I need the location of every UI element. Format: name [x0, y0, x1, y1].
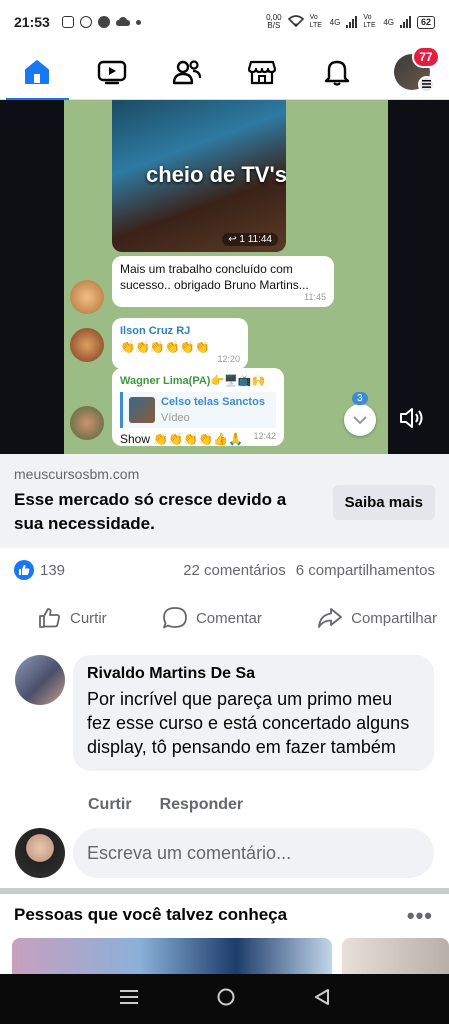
recents-button[interactable] — [119, 989, 138, 1010]
pymk-title: Pessoas que você talvez conheça — [14, 905, 288, 924]
shares-count[interactable]: 6 compartilhamentos — [296, 562, 435, 579]
ad-link-card[interactable]: meuscursosbm.com Esse mercado só cresce … — [0, 454, 449, 548]
chat-bubble-3: Wagner Lima(PA)👉🖥️📺🙌 Celso telas Sanctos… — [112, 368, 284, 446]
more-notifications-dot — [135, 19, 141, 25]
home-circle-icon — [217, 988, 234, 1005]
marketplace-icon — [247, 60, 276, 84]
signal-2-icon — [399, 16, 411, 28]
menu-icon — [417, 75, 435, 93]
comment-button[interactable]: Comentar — [162, 606, 262, 630]
battery-level: 62 — [420, 17, 431, 27]
chat-image-title: cheio de TV's — [146, 162, 286, 187]
tab-marketplace[interactable] — [224, 44, 299, 100]
chevron-down-icon — [353, 415, 367, 424]
tab-menu[interactable]: 77 — [374, 44, 449, 100]
more-options-icon[interactable]: ••• — [407, 903, 433, 929]
chat-avatar-3 — [70, 406, 104, 440]
bubble-2-name: Ilson Cruz RJ — [120, 325, 191, 337]
top-nav: 77 — [0, 44, 449, 101]
ad-video[interactable]: cheio de TV's ↩ 1 11:44 Mais um trabalho… — [0, 100, 449, 454]
post-actions: Curtir Comentar Compartilhar — [0, 596, 449, 640]
comment-reply-button[interactable]: Responder — [160, 796, 244, 814]
comment-actions: Curtir Responder — [88, 796, 243, 814]
tab-video[interactable] — [75, 44, 150, 100]
app-notification-icon — [97, 16, 110, 28]
reply-thumbnail — [129, 397, 155, 423]
comment-text: Por incrível que pareça um primo meu fez… — [87, 689, 410, 757]
back-icon — [314, 988, 329, 1005]
tab-notifications[interactable] — [299, 44, 374, 100]
bubble-1-text: Mais um trabalho concluído com sucesso..… — [120, 262, 309, 292]
my-avatar — [15, 828, 65, 878]
like-button[interactable]: Curtir — [38, 606, 107, 630]
home-button[interactable] — [217, 988, 235, 1011]
scroll-down-button: 3 — [344, 392, 376, 436]
write-comment-input[interactable] — [73, 828, 434, 878]
reply-sub: Vídeo — [161, 412, 190, 424]
volte-2-label: Vo LTE — [363, 14, 376, 29]
scroll-badge: 3 — [352, 392, 368, 405]
back-button[interactable] — [314, 988, 330, 1011]
chat-bubble-1: Mais um trabalho concluído com sucesso..… — [112, 256, 334, 307]
reactions-row: 139 22 comentários 6 compartilhamentos — [0, 550, 449, 590]
network-type-1: 4G — [329, 17, 341, 27]
video-frame: cheio de TV's ↩ 1 11:44 Mais um trabalho… — [64, 100, 388, 454]
chat-avatar-2 — [70, 328, 104, 362]
battery-icon: 62 — [416, 15, 435, 29]
status-bar: 21:53 0,00 B/S Vo LTE 4G Vo LTE 4G 62 — [0, 0, 449, 44]
pymk-card-1[interactable] — [12, 938, 332, 974]
network-type-2: 4G — [383, 17, 394, 27]
comment-author[interactable]: Rivaldo Martins De Sa — [87, 665, 420, 683]
chat-image: cheio de TV's ↩ 1 11:44 — [112, 100, 286, 252]
bell-icon — [324, 60, 349, 86]
wifi-icon — [287, 15, 304, 29]
cloud-icon — [115, 15, 130, 30]
tab-friends[interactable] — [150, 44, 225, 100]
likes-count[interactable]: 139 — [40, 562, 65, 579]
video-icon — [98, 60, 127, 84]
b-app-icon — [79, 16, 92, 28]
recents-icon — [119, 989, 138, 1004]
ad-domain: meuscursosbm.com — [14, 466, 140, 482]
friends-icon — [172, 59, 202, 84]
ad-headline: Esse mercado só cresce devido a sua nece… — [14, 490, 287, 533]
volume-button[interactable] — [399, 406, 425, 435]
volume-icon — [400, 408, 423, 428]
chat-bubble-2: Ilson Cruz RJ 👏👏👏👏👏👏 12:20 — [112, 318, 248, 369]
reply-preview: Celso telas Sanctos Vídeo — [120, 392, 276, 428]
tab-home[interactable] — [0, 44, 75, 101]
network-rate-unit: B/S — [267, 21, 281, 30]
signal-1-icon — [346, 16, 358, 28]
pymk-card-2[interactable] — [342, 938, 449, 974]
screenshot-icon — [61, 16, 74, 28]
volte-1-label: Vo LTE — [309, 14, 322, 29]
reply-name: Celso telas Sanctos — [161, 396, 265, 408]
comments-count[interactable]: 22 comentários — [183, 562, 286, 579]
share-button[interactable]: Compartilhar — [317, 606, 437, 630]
notification-badge: 77 — [412, 45, 440, 68]
feed-separator — [0, 888, 449, 894]
like-label: Curtir — [70, 609, 107, 627]
network-rate: 0,00 B/S — [266, 14, 282, 30]
like-reaction-icon — [14, 560, 34, 580]
chat-image-meta: ↩ 1 11:44 — [222, 233, 278, 246]
comment-bubble-icon — [163, 607, 187, 629]
thumbs-up-icon — [39, 608, 60, 628]
commenter-avatar[interactable] — [15, 655, 65, 705]
comment-like-button[interactable]: Curtir — [88, 796, 132, 814]
bubble-3-name: Wagner Lima(PA)👉🖥️📺🙌 — [120, 375, 266, 387]
comment-bubble[interactable]: Rivaldo Martins De Sa Por incrível que p… — [73, 655, 434, 771]
share-arrow-icon — [318, 608, 343, 628]
chat-avatar-1 — [70, 280, 104, 314]
profile-avatar: 77 — [393, 45, 440, 93]
android-nav-bar — [0, 974, 449, 1024]
status-time: 21:53 — [14, 14, 50, 30]
learn-more-button[interactable]: Saiba mais — [332, 485, 435, 520]
bubble-3-time: 12:42 — [253, 431, 276, 441]
comment-label: Comentar — [195, 609, 262, 627]
bubble-1-time: 11:45 — [304, 292, 326, 302]
home-icon — [25, 59, 50, 84]
share-label: Compartilhar — [351, 609, 437, 627]
bubble-2-time: 12:20 — [217, 354, 240, 364]
